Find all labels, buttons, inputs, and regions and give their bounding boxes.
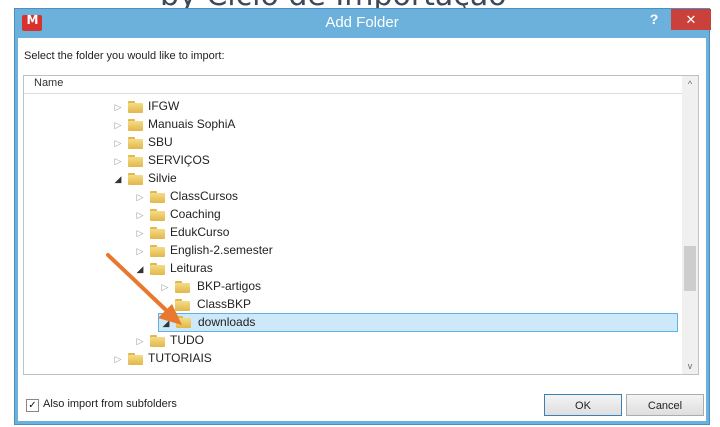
annotation-arrow-icon [106,253,182,325]
